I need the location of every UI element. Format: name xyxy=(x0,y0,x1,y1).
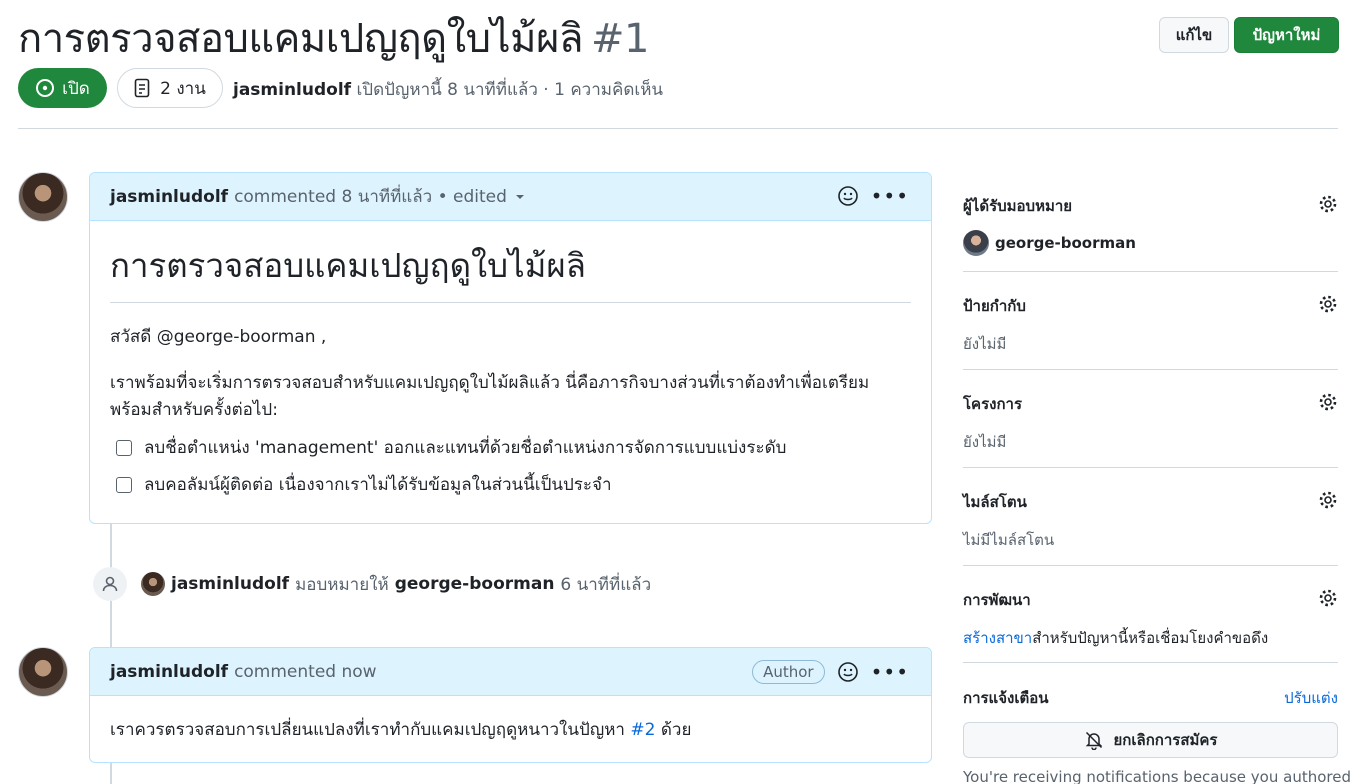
gear-icon[interactable] xyxy=(1318,588,1338,608)
comment-box: jasminludolf commented 8 นาทีที่แล้ว • e… xyxy=(89,172,932,524)
sidebar-section-value: ไม่มีไมล์สโตน xyxy=(963,531,1055,549)
issue-link[interactable]: #2 xyxy=(630,720,655,740)
assignee-name[interactable]: george-boorman xyxy=(995,234,1136,252)
comment-line: เราพร้อมที่จะเริ่มการตรวจสอบสำหรับแคมเปญ… xyxy=(110,373,870,393)
comment-heading: การตรวจสอบแคมเปญฤดูใบไม้ผลิ xyxy=(110,239,911,303)
comment-header: jasminludolf commented 8 นาทีที่แล้ว • e… xyxy=(90,173,931,221)
comment-header: jasminludolf commented now Author ••• xyxy=(90,648,931,696)
comment-greeting: สวัสดี @george-boorman , xyxy=(110,327,327,347)
tasks-count: 2 งาน xyxy=(160,78,206,99)
task-item: ลบชื่อตำแหน่ง 'management' ออกและแทนที่ด… xyxy=(116,434,911,461)
comment-meta: commented now xyxy=(234,661,377,682)
smiley-icon[interactable] xyxy=(837,661,859,683)
event-target[interactable]: george-boorman xyxy=(395,574,555,594)
issue-title-text: การตรวจสอบแคมเปญฤดูใบไม้ผลิ xyxy=(18,16,583,62)
sidebar-projects: โครงการ ยังไม่มี xyxy=(963,392,1338,468)
bell-slash-icon xyxy=(1085,731,1102,750)
gear-icon[interactable] xyxy=(1318,194,1338,214)
sidebar-section: โครงการ ยังไม่มี xyxy=(963,392,1338,468)
issue-number: #1 xyxy=(590,16,649,62)
sidebar-milestone: ไมล์สโตน ไม่มีไมล์สโตน xyxy=(963,490,1338,566)
sidebar-section-title: ผู้ได้รับมอบหมาย xyxy=(963,197,1073,215)
task-label: ลบคอลัมน์ผู้ติดต่อ เนื่องจากเราไม่ได้รับ… xyxy=(144,475,612,495)
comment-meta: commented 8 นาทีที่แล้ว • edited xyxy=(234,187,507,207)
task-label: ลบชื่อตำแหน่ง 'management' ออกและแทนที่ด… xyxy=(144,438,787,458)
comment-text: เราควรตรวจสอบการเปลี่ยนแปลงที่เราทำกับแค… xyxy=(110,720,625,740)
unsubscribe-label: ยกเลิกการสมัคร xyxy=(1113,731,1218,749)
comment-paragraph: เราควรตรวจสอบการเปลี่ยนแปลงที่เราทำกับแค… xyxy=(110,716,911,743)
task-checkbox[interactable] xyxy=(116,476,132,493)
development-text: สำหรับปัญหานี้หรือเชื่อมโยงคำขอดึง xyxy=(1032,629,1269,647)
sidebar-section-title: ไมล์สโตน xyxy=(963,493,1027,511)
task-checkbox[interactable] xyxy=(116,439,132,456)
issue-title: การตรวจสอบแคมเปญฤดูใบไม้ผลิ #1 xyxy=(18,6,649,70)
create-branch-link[interactable]: สร้างสาขา xyxy=(963,629,1032,647)
issue-state-badge: เปิด xyxy=(18,68,107,108)
gear-icon[interactable] xyxy=(1318,392,1338,412)
comment-line: พร้อมสำหรับครั้งต่อไป: xyxy=(110,400,278,420)
comment-author[interactable]: jasminludolf xyxy=(110,662,228,682)
header-divider xyxy=(18,128,1338,129)
sidebar-notifications: การแจ้งเตือน ปรับแต่ง ยกเลิกการสมัคร You… xyxy=(963,686,1351,784)
gear-icon[interactable] xyxy=(1318,490,1338,510)
comment-body: การตรวจสอบแคมเปญฤดูใบไม้ผลิ สวัสดี @geor… xyxy=(90,239,931,498)
customize-link[interactable]: ปรับแต่ง xyxy=(1284,686,1338,710)
event-action: มอบหมายให้ xyxy=(295,574,389,595)
issue-opened-icon xyxy=(36,79,55,97)
issue-state-label: เปิด xyxy=(62,78,90,99)
issue-author-link[interactable]: jasminludolf xyxy=(233,80,351,100)
avatar[interactable] xyxy=(963,230,989,256)
person-icon xyxy=(93,567,127,601)
sidebar-section: การพัฒนา สร้างสาขาสำหรับปัญหานี้หรือเชื่… xyxy=(963,588,1338,663)
sidebar-section-value: สร้างสาขาสำหรับปัญหานี้หรือเชื่อมโยงคำขอ… xyxy=(963,626,1338,650)
comment-paragraph: เราพร้อมที่จะเริ่มการตรวจสอบสำหรับแคมเปญ… xyxy=(110,370,911,424)
avatar[interactable] xyxy=(141,572,165,596)
kebab-menu-icon[interactable]: ••• xyxy=(871,186,909,206)
tasks-badge[interactable]: 2 งาน xyxy=(117,68,223,108)
unsubscribe-button[interactable]: ยกเลิกการสมัคร xyxy=(963,722,1338,758)
timeline-event: jasminludolf มอบหมายให้ george-boorman 6… xyxy=(93,567,651,601)
event-time: 6 นาทีที่แล้ว xyxy=(560,574,652,595)
notification-note: You're receiving notifications because y… xyxy=(963,768,1351,784)
sidebar-labels: ป้ายกำกับ ยังไม่มี xyxy=(963,294,1338,370)
sidebar: ผู้ได้รับมอบหมาย george-boorman xyxy=(963,194,1338,272)
edit-button[interactable]: แก้ไข xyxy=(1159,17,1229,53)
gear-icon[interactable] xyxy=(1318,294,1338,314)
comment-text: ด้วย xyxy=(660,720,692,740)
sidebar-section-value: ยังไม่มี xyxy=(963,433,1007,451)
sidebar-section: ป้ายกำกับ ยังไม่มี xyxy=(963,294,1338,370)
sidebar-section-title: ป้ายกำกับ xyxy=(963,297,1026,315)
sidebar-section: ไมล์สโตน ไม่มีไมล์สโตน xyxy=(963,490,1338,566)
comment-author[interactable]: jasminludolf xyxy=(110,187,228,207)
task-item: ลบคอลัมน์ผู้ติดต่อ เนื่องจากเราไม่ได้รับ… xyxy=(116,471,911,498)
author-badge: Author xyxy=(752,660,825,684)
kebab-menu-icon[interactable]: ••• xyxy=(871,662,909,682)
sidebar-assignees: ผู้ได้รับมอบหมาย george-boorman xyxy=(963,194,1338,272)
avatar[interactable] xyxy=(18,647,68,697)
issue-meta: jasminludolf เปิดปัญหานี้ 8 นาทีที่แล้ว … xyxy=(233,76,663,103)
new-issue-button[interactable]: ปัญหาใหม่ xyxy=(1234,17,1339,53)
comment-box: jasminludolf commented now Author ••• เร… xyxy=(89,647,932,763)
notifications-header: การแจ้งเตือน ปรับแต่ง xyxy=(963,686,1338,710)
sidebar-development: การพัฒนา สร้างสาขาสำหรับปัญหานี้หรือเชื่… xyxy=(963,588,1338,663)
smiley-icon[interactable] xyxy=(837,185,859,207)
avatar[interactable] xyxy=(18,172,68,222)
issue-meta-text: เปิดปัญหานี้ 8 นาทีที่แล้ว · 1 ความคิดเห… xyxy=(356,80,664,100)
sidebar-section-title: การพัฒนา xyxy=(963,591,1031,609)
checklist-icon xyxy=(134,78,150,98)
sidebar-section-value: ยังไม่มี xyxy=(963,335,1007,353)
chevron-down-icon[interactable] xyxy=(513,190,527,204)
sidebar-section-title: โครงการ xyxy=(963,395,1023,413)
comment-body: เราควรตรวจสอบการเปลี่ยนแปลงที่เราทำกับแค… xyxy=(90,716,931,743)
event-actor[interactable]: jasminludolf xyxy=(171,574,289,594)
sidebar-section-title: การแจ้งเตือน xyxy=(963,689,1049,707)
